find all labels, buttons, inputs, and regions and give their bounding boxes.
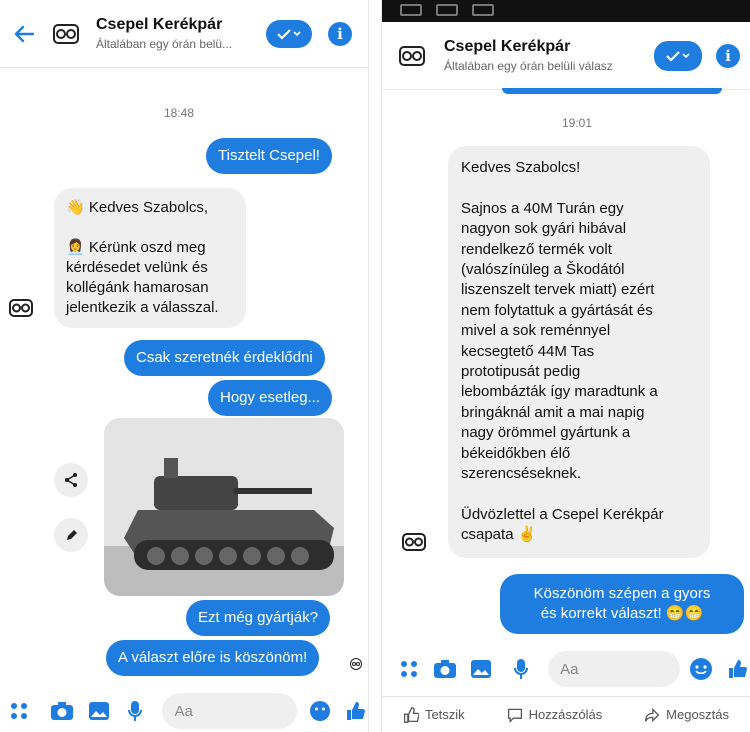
seen-avatar-icon xyxy=(350,658,362,670)
gallery-icon[interactable] xyxy=(85,696,112,726)
share-action-label: Megosztás xyxy=(666,707,730,722)
microphone-icon[interactable] xyxy=(508,654,534,684)
message-bubble-outgoing[interactable]: Ezt még gyártják? xyxy=(186,600,331,636)
comment-icon xyxy=(507,708,522,723)
like-action-label: Tetszik xyxy=(424,707,465,722)
panel-divider xyxy=(368,0,382,732)
microphone-icon[interactable] xyxy=(122,696,149,726)
camera-icon[interactable] xyxy=(49,696,76,726)
csepel-logo-small-avatar xyxy=(402,533,426,551)
comment-action[interactable]: Hozzászólás xyxy=(507,707,603,723)
done-check-button[interactable] xyxy=(266,19,312,48)
status-icon xyxy=(436,4,458,16)
contact-name[interactable]: Csepel Kerékpár xyxy=(96,16,266,34)
status-bar xyxy=(382,0,750,22)
csepel-logo-avatar[interactable] xyxy=(398,42,426,70)
facebook-post-actions: Tetszik Hozzászólás Megosztás xyxy=(382,696,750,732)
chat-header: Csepel Kerékpár Általában egy órán belül… xyxy=(382,22,750,90)
message-bubble-incoming[interactable]: Kedves Szabolcs! Sajnos a 40M Turán egy … xyxy=(448,146,710,558)
status-icon xyxy=(400,4,422,16)
response-time-subtitle: Általában egy órán belü... xyxy=(96,37,233,51)
emoji-icon[interactable] xyxy=(688,654,714,684)
like-outline-icon xyxy=(403,706,419,723)
right-chat-screen: Csepel Kerékpár Általában egy órán belül… xyxy=(382,0,750,732)
message-input[interactable]: Aa xyxy=(162,693,297,729)
message-bubble-outgoing[interactable]: Csak szeretnék érdeklődni xyxy=(124,340,325,376)
status-icon xyxy=(472,4,494,16)
left-chat-screen: Csepel Kerékpár Általában egy órán belü.… xyxy=(0,0,368,732)
message-composer: Aa xyxy=(382,648,750,690)
contact-name[interactable]: Csepel Kerékpár xyxy=(444,38,654,56)
gallery-icon[interactable] xyxy=(468,654,494,684)
message-timestamp: 19:01 xyxy=(562,116,593,130)
csepel-logo-avatar[interactable] xyxy=(52,20,80,48)
previous-message-edge xyxy=(502,88,722,94)
apps-grid-icon[interactable] xyxy=(396,654,422,684)
like-thumb-icon[interactable] xyxy=(341,696,368,726)
comment-action-label: Hozzászólás xyxy=(528,707,603,722)
camera-icon[interactable] xyxy=(432,654,458,684)
message-input-placeholder: Aa xyxy=(174,702,193,720)
done-check-button[interactable] xyxy=(654,40,702,71)
back-arrow-icon[interactable] xyxy=(4,14,44,54)
message-timestamp: 18:48 xyxy=(164,106,195,120)
response-time-subtitle: Általában egy órán belüli válasz xyxy=(444,59,613,73)
info-icon[interactable]: i xyxy=(716,43,740,68)
like-action[interactable]: Tetszik xyxy=(403,706,465,723)
like-thumb-icon[interactable] xyxy=(724,654,750,684)
csepel-logo-small-avatar xyxy=(9,299,33,317)
message-input-placeholder: Aa xyxy=(560,660,579,678)
message-bubble-outgoing[interactable]: Hogy esetleg... xyxy=(208,380,333,416)
message-bubble-outgoing[interactable]: A választ előre is köszönöm! xyxy=(106,640,320,676)
info-icon[interactable]: i xyxy=(328,21,352,46)
tank-photo[interactable] xyxy=(104,418,344,596)
message-bubble-incoming[interactable]: 👋 Kedves Szabolcs, 👩‍💼 Kérünk oszd meg k… xyxy=(54,188,246,328)
share-arrow-icon xyxy=(645,707,660,722)
emoji-icon[interactable] xyxy=(307,696,334,726)
share-icon[interactable] xyxy=(54,463,88,497)
apps-grid-icon[interactable] xyxy=(6,696,33,726)
chat-header: Csepel Kerékpár Általában egy órán belü.… xyxy=(0,0,368,68)
message-bubble-outgoing[interactable]: Tisztelt Csepel! xyxy=(206,138,332,174)
message-composer: Aa xyxy=(0,690,368,732)
share-action[interactable]: Megosztás xyxy=(644,707,729,723)
message-bubble-outgoing[interactable]: Köszönöm szépen a gyors és korrekt válas… xyxy=(500,574,744,634)
message-input[interactable]: Aa xyxy=(548,651,680,687)
edit-pencil-icon[interactable] xyxy=(54,518,88,552)
